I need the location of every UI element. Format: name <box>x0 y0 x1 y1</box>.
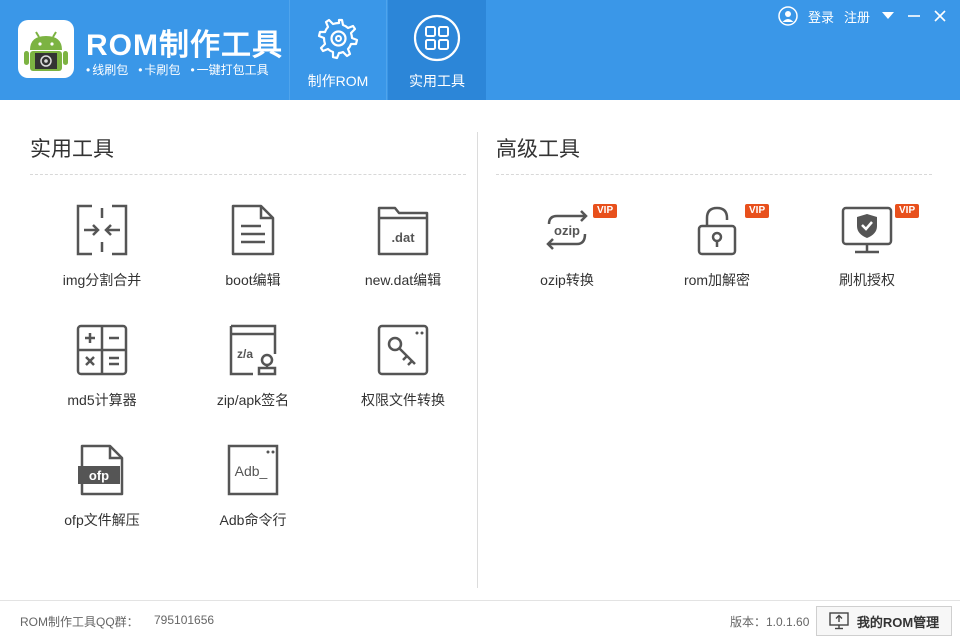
tab-make-rom[interactable]: 制作ROM <box>289 0 387 100</box>
vip-badge: VIP <box>593 204 618 218</box>
tab-make-rom-label: 制作ROM <box>307 73 369 89</box>
tool-adb-terminal[interactable]: Adb_ Adb命令行 <box>183 444 323 544</box>
qq-group-label: ROM制作工具QQ群： <box>20 615 139 629</box>
tool-zip-apk-sign[interactable]: z/a zip/apk签名 <box>183 324 323 424</box>
gear-icon <box>317 18 359 60</box>
section-title-utility: 实用工具 <box>30 138 114 161</box>
vip-badge: VIP <box>745 204 770 218</box>
section-divider <box>30 174 466 175</box>
status-bar: ROM制作工具QQ群： 795101656 版本：1.0.1.60 我的ROM管… <box>0 600 960 640</box>
qq-group-number: 795101656 <box>154 613 215 627</box>
tab-utility-tools-label: 实用工具 <box>409 73 465 89</box>
signature-icon: z/a <box>229 324 277 376</box>
tool-md5-calculator[interactable]: md5计算器 <box>32 324 172 424</box>
tool-boot-edit[interactable]: boot编辑 <box>183 204 323 304</box>
split-merge-icon <box>76 204 128 256</box>
shield-monitor-icon <box>841 206 893 254</box>
tool-label: zip/apk签名 <box>216 392 290 408</box>
key-icon <box>377 324 429 376</box>
terminal-icon-text: Adb_ <box>235 463 268 479</box>
lock-icon <box>697 206 737 256</box>
vip-badge: VIP <box>895 204 920 218</box>
tool-img-split-merge[interactable]: img分割合并 <box>32 204 172 304</box>
minimize-icon <box>908 15 920 17</box>
dropdown-button[interactable] <box>880 8 896 24</box>
tool-label: boot编辑 <box>225 272 281 288</box>
app-logo <box>18 20 74 78</box>
close-button[interactable] <box>932 8 948 24</box>
tool-rom-crypto[interactable]: VIP rom加解密 <box>647 204 787 304</box>
tool-new-dat-edit[interactable]: .dat new.dat编辑 <box>333 204 473 304</box>
dat-folder-icon: .dat <box>377 206 429 256</box>
tab-utility-tools[interactable]: 实用工具 <box>388 0 486 100</box>
tool-label: Adb命令行 <box>219 512 287 528</box>
tool-ofp-extract[interactable]: ofp ofp文件解压 <box>32 444 172 544</box>
feature-item: 一键打包工具 <box>190 61 269 78</box>
grid-icon <box>413 14 461 62</box>
dat-icon-text: .dat <box>391 230 415 245</box>
tool-ozip-convert[interactable]: ozip VIP ozip转换 <box>497 204 637 304</box>
tool-flash-auth[interactable]: VIP 刷机授权 <box>797 204 937 304</box>
column-separator <box>477 132 478 588</box>
monitor-upload-icon <box>829 612 849 630</box>
section-title-advanced: 高级工具 <box>496 138 580 161</box>
version-text: 版本：1.0.1.60 <box>730 615 810 629</box>
calculator-icon <box>76 324 128 376</box>
login-link[interactable]: 登录 <box>808 7 834 26</box>
tool-label: img分割合并 <box>62 272 142 288</box>
tool-label: rom加解密 <box>683 272 751 288</box>
feature-item: 卡刷包 <box>138 61 180 78</box>
close-icon <box>934 10 946 22</box>
feature-list: 线刷包 卡刷包 一键打包工具 <box>86 61 269 78</box>
terminal-icon: Adb_ <box>227 444 279 496</box>
ozip-icon-text: ozip <box>554 223 580 238</box>
my-rom-button-label: 我的ROM管理 <box>856 614 940 630</box>
ofp-file-icon: ofp <box>78 444 124 496</box>
document-icon <box>231 204 275 256</box>
feature-item: 线刷包 <box>86 61 128 78</box>
tool-permission-convert[interactable]: 权限文件转换 <box>333 324 473 424</box>
ofp-icon-text: ofp <box>89 468 109 483</box>
top-bar: 登录 注册 <box>778 6 948 26</box>
my-rom-button[interactable]: 我的ROM管理 <box>816 606 952 636</box>
section-divider <box>496 174 932 175</box>
chevron-down-icon <box>882 12 894 19</box>
minimize-button[interactable] <box>906 8 922 24</box>
ozip-convert-icon: ozip <box>546 210 588 250</box>
tool-label: md5计算器 <box>67 392 137 408</box>
tool-label: 刷机授权 <box>839 272 895 288</box>
user-icon <box>778 6 798 26</box>
signature-icon-text: z/a <box>237 347 253 361</box>
tool-label: ozip转换 <box>540 272 594 288</box>
app-title: ROM制作工具 <box>86 29 283 62</box>
register-link[interactable]: 注册 <box>844 7 870 26</box>
tool-label: new.dat编辑 <box>364 272 442 288</box>
tool-label: 权限文件转换 <box>361 392 445 408</box>
tool-label: ofp文件解压 <box>64 512 140 528</box>
app-header: ROM制作工具 线刷包 卡刷包 一键打包工具 制作ROM 实用工具 登录 注册 <box>0 0 960 100</box>
